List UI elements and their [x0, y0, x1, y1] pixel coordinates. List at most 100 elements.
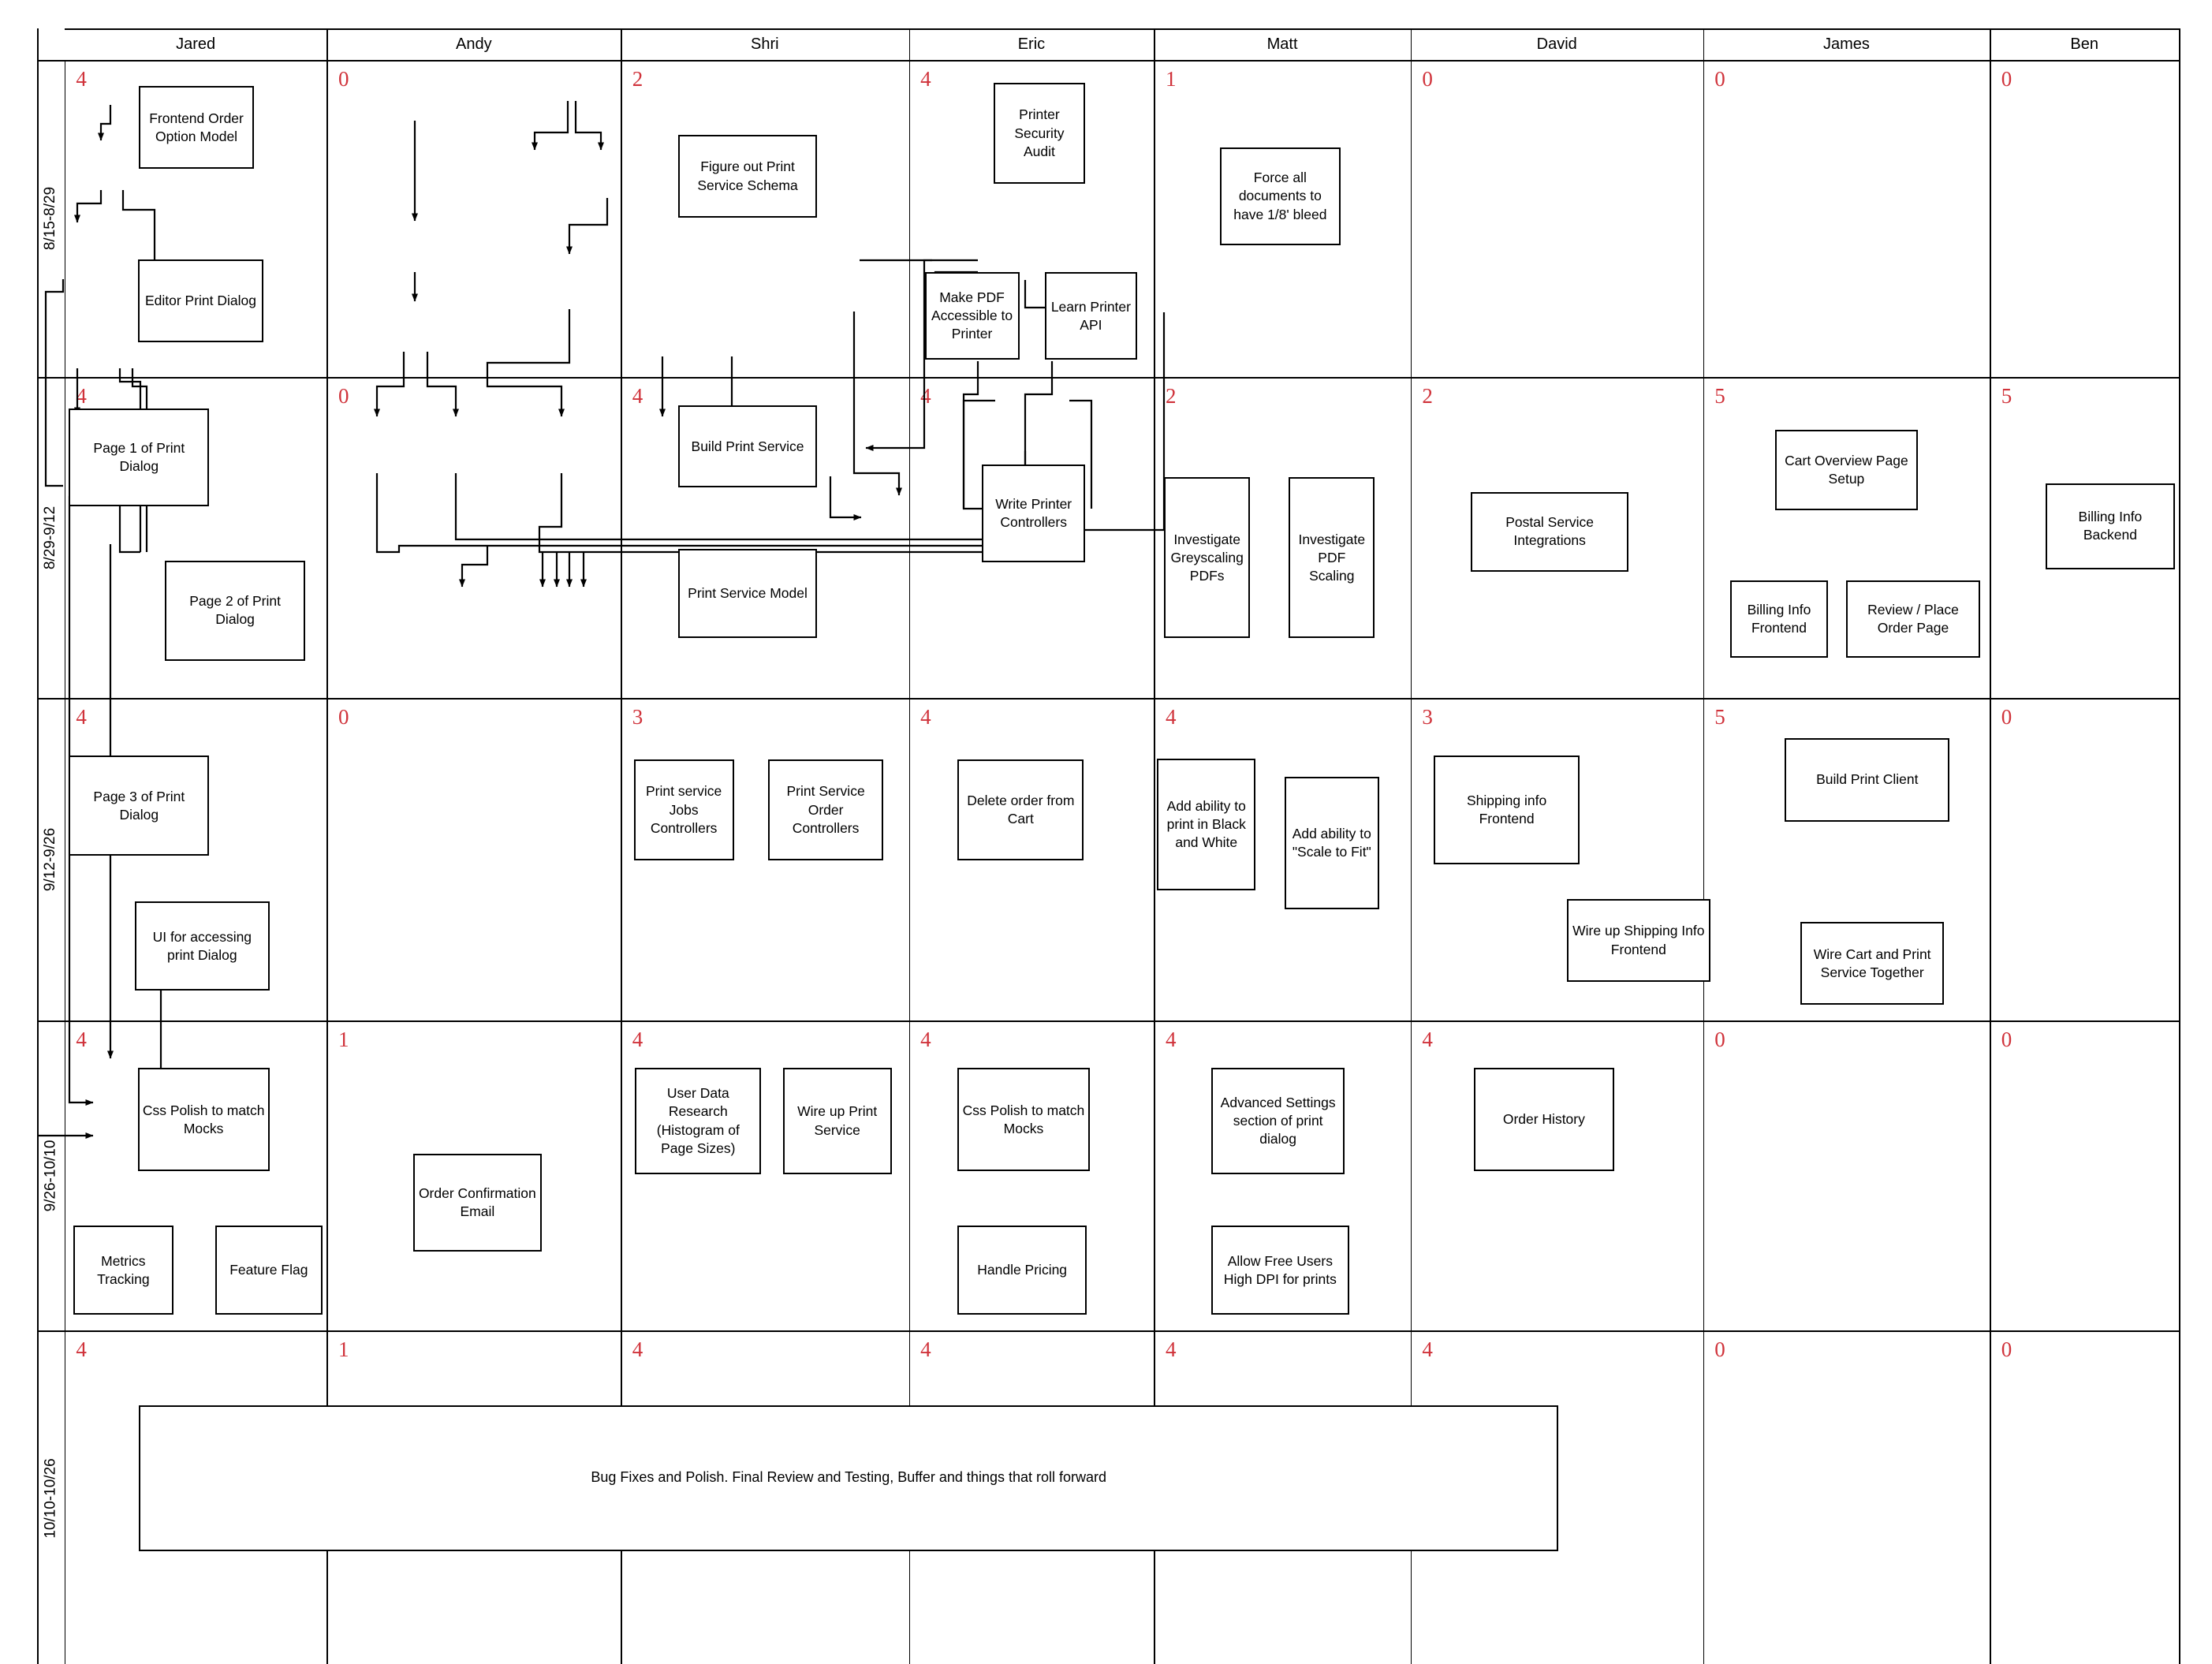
board-grid: Jared Andy Shri Eric Matt David James Ben 8/15-8…	[0, 0, 2212, 1664]
task-node-billing-info-backend[interactable]: Billing Info Backend	[2046, 483, 2175, 569]
column-header-shri: Shri	[751, 35, 779, 54]
sprint-count-jared-r3: 4	[76, 705, 87, 729]
sprint-count-andy-r2: 0	[338, 384, 349, 408]
sprint-count-jared-r2: 4	[76, 384, 87, 408]
task-node-make-pdf-accessible-to-printer[interactable]: Make PDF Accessible to Printer	[924, 272, 1020, 360]
sprint-count-ben-r1: 0	[2001, 67, 2012, 91]
row-label-text: 10/10-10/26	[42, 1457, 59, 1539]
sprint-count-shri-r5: 4	[632, 1337, 643, 1361]
task-node-page-3-of-print-dialog[interactable]: Page 3 of Print Dialog	[69, 756, 210, 856]
task-node-print-service-order-controllers[interactable]: Print Service Order Controllers	[768, 759, 883, 860]
sprint-count-james-r3: 5	[1714, 705, 1725, 729]
sprint-count-ben-r2: 5	[2001, 384, 2012, 408]
task-node-user-data-research[interactable]: User Data Research (Histogram of Page Si…	[635, 1068, 762, 1174]
sprint-count-jared-r1: 4	[76, 67, 87, 91]
task-node-ui-for-accessing-print-dialog[interactable]: UI for accessing print Dialog	[134, 901, 270, 991]
task-node-add-ability-scale-to-fit[interactable]: Add ability to "Scale to Fit"	[1284, 777, 1379, 909]
sprint-count-shri-r2: 4	[632, 384, 643, 408]
sprint-count-matt-r1: 1	[1165, 67, 1177, 91]
task-node-advanced-settings-section[interactable]: Advanced Settings section of print dialo…	[1211, 1068, 1345, 1174]
row-label-sprint-4: 9/26-10/10	[37, 1020, 65, 1330]
task-node-investigate-greyscaling-pdfs[interactable]: Investigate Greyscaling PDFs	[1164, 477, 1251, 638]
task-node-add-ability-print-black-white[interactable]: Add ability to print in Black and White	[1157, 758, 1256, 890]
task-node-metrics-tracking[interactable]: Metrics Tracking	[73, 1226, 173, 1315]
task-node-wire-up-print-service[interactable]: Wire up Print Service	[782, 1068, 892, 1174]
grid-rule	[2179, 28, 2180, 1664]
task-node-postal-service-integrations[interactable]: Postal Service Integrations	[1471, 491, 1629, 573]
sprint-count-andy-r5: 1	[338, 1337, 349, 1361]
task-node-feature-flag[interactable]: Feature Flag	[214, 1226, 323, 1315]
sprint-count-andy-r1: 0	[338, 67, 349, 91]
task-node-order-confirmation-email[interactable]: Order Confirmation Email	[412, 1154, 543, 1252]
task-node-editor-print-dialog[interactable]: Editor Print Dialog	[137, 259, 264, 343]
grid-rule	[37, 698, 2180, 700]
task-node-build-print-service[interactable]: Build Print Service	[677, 405, 818, 488]
task-node-handle-pricing[interactable]: Handle Pricing	[957, 1226, 1087, 1315]
sprint-count-eric-r4: 4	[920, 1028, 931, 1052]
task-node-printer-security-audit[interactable]: Printer Security Audit	[993, 83, 1086, 184]
task-node-print-service-jobs-controllers[interactable]: Print service Jobs Controllers	[633, 759, 734, 860]
task-node-billing-info-frontend[interactable]: Billing Info Frontend	[1730, 580, 1828, 659]
row-label-sprint-3: 9/12-9/26	[37, 698, 65, 1020]
sprint-count-david-r1: 0	[1422, 67, 1433, 91]
row-label-text: 8/29-9/12	[42, 506, 59, 569]
task-node-frontend-order-option-model[interactable]: Frontend Order Option Model	[139, 86, 254, 170]
task-node-force-all-documents-bleed[interactable]: Force all documents to have 1/8' bleed	[1220, 147, 1341, 245]
sprint-count-matt-r5: 4	[1165, 1337, 1177, 1361]
sprint-count-david-r3: 3	[1422, 705, 1433, 729]
sprint-count-shri-r4: 4	[632, 1028, 643, 1052]
row-label-sprint-5: 10/10-10/26	[37, 1330, 65, 1664]
sprint-count-james-r5: 0	[1714, 1337, 1725, 1361]
sprint-count-eric-r1: 4	[920, 67, 931, 91]
sprint-count-eric-r3: 4	[920, 705, 931, 729]
grid-rule	[1990, 28, 1991, 1664]
task-node-investigate-pdf-scaling[interactable]: Investigate PDF Scaling	[1289, 477, 1375, 638]
task-node-cart-overview-page-setup[interactable]: Cart Overview Page Setup	[1774, 430, 1919, 511]
task-node-shipping-info-frontend[interactable]: Shipping info Frontend	[1433, 756, 1580, 865]
column-header-jared: Jared	[176, 35, 216, 54]
sprint-count-andy-r4: 1	[338, 1028, 349, 1052]
column-header-david: David	[1536, 35, 1577, 54]
task-node-build-print-client[interactable]: Build Print Client	[1785, 738, 1950, 822]
sprint-count-ben-r5: 0	[2001, 1337, 2012, 1361]
sprint-plan-diagram: Jared Andy Shri Eric Matt David James Ben 8/15-8…	[0, 0, 2212, 1664]
column-header-ben: Ben	[2070, 35, 2098, 54]
task-node-bug-fixes-and-polish[interactable]: Bug Fixes and Polish. Final Review and T…	[139, 1405, 1559, 1551]
task-node-print-service-model[interactable]: Print Service Model	[677, 549, 818, 638]
task-node-write-printer-controllers[interactable]: Write Printer Controllers	[982, 464, 1086, 562]
task-node-review-place-order-page[interactable]: Review / Place Order Page	[1846, 580, 1980, 659]
row-label-text: 8/15-8/29	[42, 187, 59, 251]
task-node-learn-printer-api[interactable]: Learn Printer API	[1045, 272, 1137, 360]
sprint-count-jared-r4: 4	[76, 1028, 87, 1052]
task-node-page-2-of-print-dialog[interactable]: Page 2 of Print Dialog	[165, 560, 306, 662]
row-label-sprint-1: 8/15-8/29	[37, 60, 65, 377]
grid-rule	[64, 60, 66, 1664]
task-node-delete-order-from-cart[interactable]: Delete order from Cart	[957, 759, 1084, 860]
sprint-count-david-r5: 4	[1422, 1337, 1433, 1361]
column-header-james: James	[1822, 35, 1870, 54]
sprint-count-matt-r3: 4	[1165, 705, 1177, 729]
row-label-text: 9/26-10/10	[42, 1140, 59, 1212]
task-node-order-history[interactable]: Order History	[1473, 1068, 1614, 1172]
sprint-count-james-r4: 0	[1714, 1028, 1725, 1052]
task-node-wire-up-shipping-info-frontend[interactable]: Wire up Shipping Info Frontend	[1566, 898, 1710, 983]
sprint-count-david-r4: 4	[1422, 1028, 1433, 1052]
task-node-figure-out-print-service-schema[interactable]: Figure out Print Service Schema	[677, 134, 818, 218]
sprint-count-matt-r2: 2	[1165, 384, 1177, 408]
column-header-andy: Andy	[456, 35, 492, 54]
row-label-sprint-2: 8/29-9/12	[37, 377, 65, 698]
task-node-page-1-of-print-dialog[interactable]: Page 1 of Print Dialog	[69, 409, 210, 506]
sprint-count-shri-r3: 3	[632, 705, 643, 729]
grid-rule	[37, 60, 2180, 62]
sprint-count-jared-r5: 4	[76, 1337, 87, 1361]
task-node-css-polish-to-match-mocks-jared[interactable]: Css Polish to match Mocks	[137, 1068, 270, 1172]
grid-rule	[1703, 28, 1705, 1664]
sprint-count-shri-r1: 2	[632, 67, 643, 91]
grid-rule	[37, 377, 2180, 379]
row-label-text: 9/12-9/26	[42, 827, 59, 891]
column-header-eric: Eric	[1017, 35, 1046, 54]
sprint-count-james-r2: 5	[1714, 384, 1725, 408]
task-node-allow-free-users-high-dpi[interactable]: Allow Free Users High DPI for prints	[1211, 1226, 1349, 1315]
task-node-css-polish-to-match-mocks-eric[interactable]: Css Polish to match Mocks	[957, 1068, 1090, 1172]
task-node-wire-cart-and-print-service-together[interactable]: Wire Cart and Print Service Together	[1800, 921, 1945, 1005]
